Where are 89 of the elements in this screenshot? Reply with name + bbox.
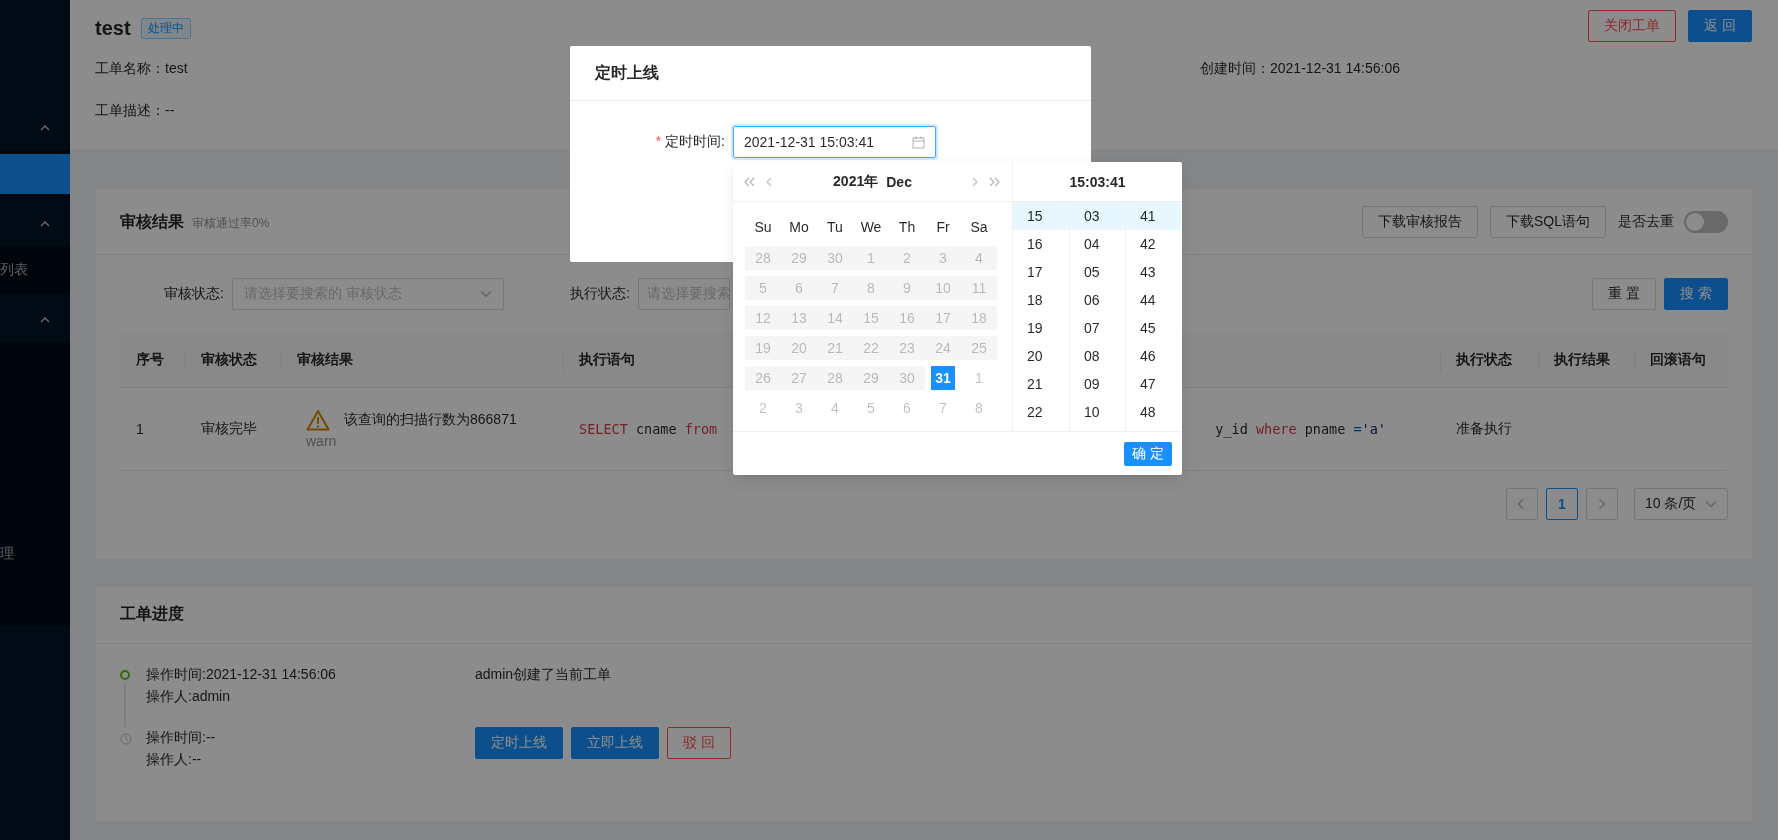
time-option[interactable]: 42 xyxy=(1126,230,1181,258)
time-option[interactable]: 06 xyxy=(1070,286,1125,314)
time-option[interactable]: 03 xyxy=(1070,202,1125,230)
switch-label: 是否去重 xyxy=(1618,213,1674,231)
download-button[interactable]: 下载审核报告 xyxy=(1362,206,1478,238)
time-option[interactable]: 20 xyxy=(1013,342,1069,370)
info-text: 创建时间：2021-12-31 14:56:06 xyxy=(1200,59,1400,78)
time-option[interactable]: 16 xyxy=(1013,230,1069,258)
required-mark: * xyxy=(655,133,662,149)
operation-time: 操作时间:-- xyxy=(146,728,217,747)
operation-time: 操作时间:2021-12-31 14:56:06 xyxy=(146,665,337,684)
calendar-day[interactable]: 5 xyxy=(853,396,889,420)
publish-button[interactable]: 立即上线 xyxy=(571,727,659,759)
menu-item[interactable]: 理 xyxy=(0,534,70,574)
chevron-up-icon xyxy=(40,315,50,325)
info-text: 工单名称：test xyxy=(95,59,188,78)
weekday-label: Su xyxy=(753,218,773,237)
time-option[interactable]: 04 xyxy=(1070,230,1125,258)
time-label: 15:03:41 xyxy=(1069,173,1126,190)
weekday-label: Tu xyxy=(826,218,844,237)
download-button[interactable]: 下载SQL语句 xyxy=(1490,206,1606,238)
operator-text: 操作人:-- xyxy=(146,750,203,769)
filter-label: 执行状态: xyxy=(569,285,630,303)
search-button[interactable]: 搜 索 xyxy=(1664,278,1728,310)
step-note: admin创建了当前工单 xyxy=(475,666,612,682)
info-text: 工单描述：-- xyxy=(95,101,175,120)
table-cell: 审核完毕 xyxy=(185,388,281,471)
page-title: test xyxy=(95,16,131,40)
calendar-day[interactable]: 7 xyxy=(925,396,961,420)
time-option[interactable]: 44 xyxy=(1126,286,1181,314)
ok-button[interactable]: 确 定 xyxy=(1124,441,1172,466)
page-button[interactable]: 1 xyxy=(1546,488,1578,520)
calendar-day[interactable]: 8 xyxy=(961,396,997,420)
field-label-text: 定时时间: xyxy=(665,133,725,149)
publish-button[interactable]: 定时上线 xyxy=(475,727,563,759)
filter-label: 审核状态: xyxy=(164,285,224,303)
calendar-day[interactable]: 1 xyxy=(961,366,997,390)
double-chevron-left-icon[interactable] xyxy=(743,176,757,187)
next-page-button[interactable] xyxy=(1586,488,1618,520)
table-cell: 1 xyxy=(120,388,185,471)
weekday-label: We xyxy=(859,218,883,237)
operator-text: 操作人:admin xyxy=(146,687,232,706)
calendar-day[interactable]: 6 xyxy=(889,396,925,420)
page-size-select[interactable]: 10 条/页 xyxy=(1634,488,1728,520)
calendar-icon xyxy=(912,135,925,149)
sql-code: y_id where pname ='a' xyxy=(1215,421,1386,437)
chevron-up-icon xyxy=(40,123,50,133)
chevron-right-icon xyxy=(970,176,980,187)
time-option[interactable]: 41 xyxy=(1126,202,1181,230)
previous-page-button[interactable] xyxy=(1506,488,1538,520)
year-label[interactable]: 2021年 xyxy=(833,172,879,191)
time-option[interactable]: 05 xyxy=(1070,258,1125,286)
reset-button[interactable]: 重 置 xyxy=(1592,278,1657,310)
time-option[interactable]: 18 xyxy=(1013,286,1069,314)
time-option[interactable]: 43 xyxy=(1126,258,1181,286)
warning-icon xyxy=(306,409,330,431)
sql-code: SELECT cname from xyxy=(579,421,718,437)
weekday-label: Fr xyxy=(935,218,951,237)
calendar-day[interactable]: 2 xyxy=(745,396,781,420)
dedupe-switch[interactable] xyxy=(1684,211,1728,233)
result-level-text: warn xyxy=(306,433,338,449)
time-option[interactable]: 08 xyxy=(1070,342,1125,370)
time-option[interactable]: 17 xyxy=(1013,258,1069,286)
weekday-label: Mo xyxy=(788,218,810,237)
month-label[interactable]: Dec xyxy=(886,173,912,190)
reject-button[interactable]: 驳 回 xyxy=(667,727,731,759)
menu-item[interactable] xyxy=(0,154,70,194)
section-title: 审核结果 xyxy=(120,212,184,230)
double-chevron-right-icon[interactable] xyxy=(988,176,1002,187)
weekday-label: Th xyxy=(897,218,917,237)
calendar-day[interactable]: 3 xyxy=(781,396,817,420)
chevron-up-icon xyxy=(40,219,50,229)
close-order-button[interactable]: 关闭工单 xyxy=(1588,10,1677,42)
clock-icon xyxy=(120,733,132,745)
time-option[interactable]: 10 xyxy=(1070,398,1125,426)
weekday-label: Sa xyxy=(969,218,989,237)
table-cell: 准备执行 xyxy=(1440,388,1538,471)
back-button[interactable]: 返 回 xyxy=(1688,10,1752,42)
calendar-day[interactable]: 4 xyxy=(817,396,853,420)
time-option[interactable]: 46 xyxy=(1126,342,1181,370)
result-message: 该查询的扫描行数为866871 xyxy=(344,411,518,429)
status-tag: 处理中 xyxy=(140,17,191,39)
modal-title: 定时上线 xyxy=(595,62,659,83)
datetime-input[interactable]: 2021-12-31 15:03:41 xyxy=(733,126,936,158)
time-option[interactable]: 15 xyxy=(1013,202,1069,230)
time-option[interactable]: 48 xyxy=(1126,398,1181,426)
time-option[interactable]: 22 xyxy=(1013,398,1069,426)
section-title: 工单进度 xyxy=(120,604,184,624)
done-dot-icon xyxy=(120,670,130,680)
